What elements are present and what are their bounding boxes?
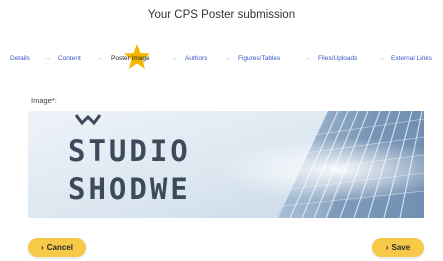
- page-title: Your CPS Poster submission: [147, 9, 296, 21]
- step-separator-arrow-icon: →: [224, 55, 231, 62]
- cancel-button-label: Cancel: [46, 243, 73, 252]
- chevron-right-icon: ›: [385, 243, 389, 252]
- step-figures-tables[interactable]: Figures/Tables: [238, 54, 280, 64]
- poster-image-preview[interactable]: STUDIO SHODWE: [28, 111, 424, 218]
- step-content[interactable]: Content: [58, 54, 81, 64]
- step-external-links[interactable]: External Links: [391, 54, 432, 64]
- poster-logo-line1: STUDIO: [68, 134, 191, 168]
- chevron-right-icon: ›: [41, 243, 44, 252]
- save-button-label: Save: [391, 243, 411, 252]
- image-field-label: Image*:: [31, 96, 57, 105]
- step-separator-arrow-icon: →: [97, 55, 104, 62]
- step-separator-arrow-icon: →: [378, 55, 385, 62]
- poster-logo-line2: SHODWE: [68, 172, 191, 206]
- cancel-button[interactable]: › Cancel: [28, 238, 86, 257]
- step-files-uploads[interactable]: Files/Uploads: [318, 54, 357, 64]
- step-separator-arrow-icon: →: [171, 55, 178, 62]
- step-separator-arrow-icon: →: [44, 55, 51, 62]
- step-separator-arrow-icon: →: [305, 55, 312, 62]
- step-authors[interactable]: Authors: [185, 54, 207, 64]
- step-poster-image[interactable]: Poster Image: [111, 54, 150, 64]
- poster-image-graphic: STUDIO SHODWE: [28, 111, 424, 218]
- save-button[interactable]: › Save: [372, 238, 424, 257]
- step-navigation: Details → Content → Poster Image → Autho…: [0, 54, 443, 66]
- step-details[interactable]: Details: [10, 54, 30, 64]
